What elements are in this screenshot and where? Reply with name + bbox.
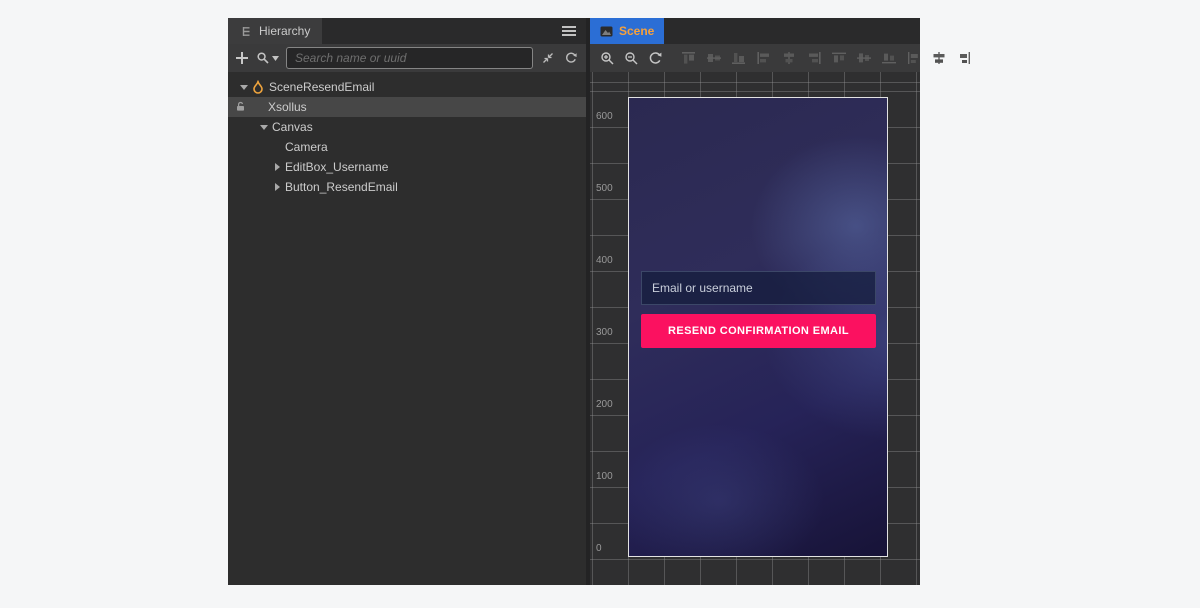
scene-tab-bar: Scene (590, 18, 920, 44)
tree-item-xsollus[interactable]: Xsollus (228, 97, 586, 117)
tab-hierarchy[interactable]: Hierarchy (228, 18, 322, 44)
ruler-label: 300 (596, 327, 613, 338)
editbox-username-node[interactable]: Email or username (641, 271, 876, 305)
editor-window: Hierarchy (0, 0, 1200, 608)
hierarchy-panel: Hierarchy (228, 18, 586, 585)
ruler-label: 600 (596, 111, 613, 122)
add-node-button[interactable] (235, 51, 249, 65)
tree-item-label: SceneResendEmail (269, 80, 374, 94)
tree-item-button-resendemail[interactable]: Button_ResendEmail (228, 177, 586, 197)
tree-item-label: Button_ResendEmail (285, 180, 398, 194)
search-filter-dropdown[interactable] (256, 51, 279, 65)
hierarchy-tree-icon (240, 25, 253, 38)
distribute-top-icon[interactable] (831, 51, 847, 65)
expand-arrow-icon[interactable] (236, 79, 252, 95)
design-canvas[interactable]: Email or username RESEND CONFIRMATION EM… (628, 97, 888, 557)
collapsed-arrow-icon[interactable] (269, 179, 285, 195)
ruler-label: 100 (596, 471, 613, 482)
align-left-icon[interactable] (756, 51, 772, 65)
tree-item-editbox-username[interactable]: EditBox_Username (228, 157, 586, 177)
collapsed-arrow-icon[interactable] (269, 159, 285, 175)
distribute-right-icon[interactable] (956, 51, 972, 65)
ruler-label: 0 (596, 543, 602, 554)
hierarchy-tab-bar: Hierarchy (228, 18, 586, 44)
align-h-center-icon[interactable] (781, 51, 797, 65)
distribute-v-center-icon[interactable] (856, 51, 872, 65)
resend-email-button-node[interactable]: RESEND CONFIRMATION EMAIL (641, 314, 876, 348)
tree-item-camera[interactable]: Camera (228, 137, 586, 157)
magnifier-icon (256, 51, 270, 65)
align-bottom-icon[interactable] (731, 51, 747, 65)
editor-app: Hierarchy (228, 18, 920, 585)
zoom-in-icon[interactable] (600, 51, 615, 66)
zoom-out-icon[interactable] (624, 51, 639, 66)
hierarchy-tree: SceneResendEmail Xsollus Canvas (228, 72, 586, 585)
tree-item-sceneresendemail[interactable]: SceneResendEmail (228, 77, 586, 97)
collapse-all-icon[interactable] (540, 50, 556, 66)
tree-item-canvas[interactable]: Canvas (228, 117, 586, 137)
scene-viewport[interactable]: 600 500 400 300 200 100 0 Email or usern… (590, 72, 920, 585)
username-placeholder-text: Email or username (652, 281, 753, 295)
distribute-h-center-icon[interactable] (931, 51, 947, 65)
resend-email-button-label: RESEND CONFIRMATION EMAIL (668, 325, 849, 337)
scene-flame-icon (252, 80, 264, 94)
reset-view-icon[interactable] (648, 51, 663, 66)
tab-hierarchy-label: Hierarchy (259, 24, 310, 38)
align-top-icon[interactable] (681, 51, 697, 65)
scene-image-icon (600, 26, 613, 37)
scene-panel: Scene (590, 18, 920, 585)
tab-scene[interactable]: Scene (590, 18, 664, 44)
expand-arrow-icon[interactable] (256, 119, 272, 135)
tree-item-label: Xsollus (268, 100, 307, 114)
unlock-icon[interactable] (235, 101, 246, 112)
hierarchy-toolbar (228, 44, 586, 72)
tab-scene-label: Scene (619, 24, 654, 38)
chevron-down-icon (272, 56, 279, 61)
distribute-bottom-icon[interactable] (881, 51, 897, 65)
hamburger-menu-icon[interactable] (562, 26, 576, 36)
align-right-icon[interactable] (806, 51, 822, 65)
search-box (286, 47, 533, 69)
tree-item-label: EditBox_Username (285, 160, 388, 174)
search-input[interactable] (295, 51, 524, 65)
align-v-center-icon[interactable] (706, 51, 722, 65)
distribute-left-icon[interactable] (906, 51, 922, 65)
tree-item-label: Canvas (272, 120, 313, 134)
refresh-icon[interactable] (563, 50, 579, 66)
ruler-label: 500 (596, 183, 613, 194)
ruler-label: 400 (596, 255, 613, 266)
ruler-label: 200 (596, 399, 613, 410)
tree-item-label: Camera (285, 140, 328, 154)
scene-toolbar (590, 44, 920, 72)
